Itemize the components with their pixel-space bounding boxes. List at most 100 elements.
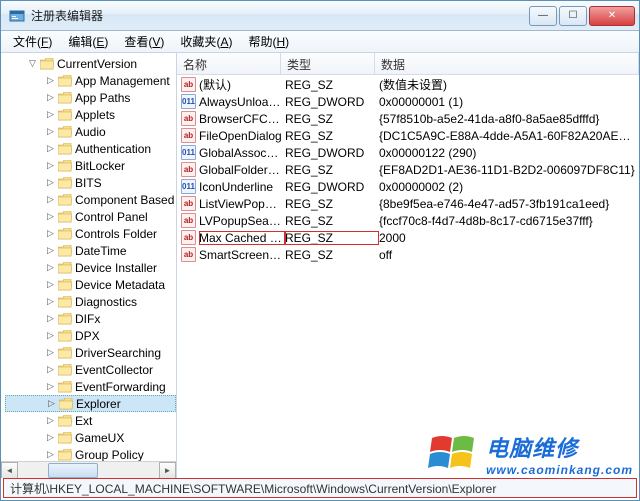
value-data: {8be9f5ea-e746-4e47-ad57-3fb191ca1eed} bbox=[379, 197, 639, 211]
expand-icon[interactable] bbox=[45, 262, 56, 273]
expand-icon[interactable] bbox=[45, 75, 56, 86]
folder-icon bbox=[58, 262, 72, 274]
tree-item[interactable]: Explorer bbox=[5, 395, 176, 412]
expand-icon[interactable] bbox=[27, 58, 38, 69]
tree-item[interactable]: BitLocker bbox=[5, 157, 176, 174]
expand-icon[interactable] bbox=[45, 194, 56, 205]
expand-icon[interactable] bbox=[45, 279, 56, 290]
value-type: REG_SZ bbox=[285, 248, 379, 262]
value-row[interactable]: abFileOpenDialogREG_SZ{DC1C5A9C-E88A-4dd… bbox=[177, 127, 639, 144]
tree-item[interactable]: Ext bbox=[5, 412, 176, 429]
tree-item[interactable]: Group Policy bbox=[5, 446, 176, 461]
expand-icon[interactable] bbox=[46, 398, 57, 409]
folder-icon bbox=[58, 194, 72, 206]
statusbar: 计算机\HKEY_LOCAL_MACHINE\SOFTWARE\Microsof… bbox=[3, 478, 637, 498]
tree-item[interactable]: Device Installer bbox=[5, 259, 176, 276]
value-row[interactable]: 011GlobalAssocCh...REG_DWORD0x00000122 (… bbox=[177, 144, 639, 161]
expand-icon[interactable] bbox=[45, 143, 56, 154]
scroll-thumb[interactable] bbox=[48, 463, 98, 478]
menu-help[interactable]: 帮助(H) bbox=[240, 31, 297, 52]
tree-item[interactable]: GameUX bbox=[5, 429, 176, 446]
value-row[interactable]: 011AlwaysUnload...REG_DWORD0x00000001 (1… bbox=[177, 93, 639, 110]
value-row[interactable]: 011IconUnderlineREG_DWORD0x00000002 (2) bbox=[177, 178, 639, 195]
expand-icon[interactable] bbox=[45, 415, 56, 426]
value-type: REG_SZ bbox=[285, 163, 379, 177]
tree-item[interactable]: App Management bbox=[5, 72, 176, 89]
tree-item[interactable]: DriverSearching bbox=[5, 344, 176, 361]
expand-icon[interactable] bbox=[45, 449, 56, 460]
expand-icon[interactable] bbox=[45, 313, 56, 324]
column-type[interactable]: 类型 bbox=[281, 53, 375, 74]
folder-icon bbox=[58, 75, 72, 87]
value-data: {fccf70c8-f4d7-4d8b-8c17-cd6715e37fff} bbox=[379, 214, 639, 228]
tree-item[interactable]: EventForwarding bbox=[5, 378, 176, 395]
value-row[interactable]: abSmartScreenEn...REG_SZoff bbox=[177, 246, 639, 263]
expand-icon[interactable] bbox=[45, 160, 56, 171]
tree-item[interactable]: BITS bbox=[5, 174, 176, 191]
minimize-button[interactable]: — bbox=[529, 6, 557, 26]
value-row[interactable]: abListViewPopup...REG_SZ{8be9f5ea-e746-4… bbox=[177, 195, 639, 212]
value-type: REG_SZ bbox=[285, 197, 379, 211]
binary-value-icon: 011 bbox=[181, 94, 196, 109]
tree-item[interactable]: Diagnostics bbox=[5, 293, 176, 310]
tree-item[interactable]: DIFx bbox=[5, 310, 176, 327]
expand-icon[interactable] bbox=[45, 330, 56, 341]
menu-view[interactable]: 查看(V) bbox=[116, 31, 172, 52]
value-row[interactable]: ab(默认)REG_SZ(数值未设置) bbox=[177, 76, 639, 93]
folder-icon bbox=[58, 347, 72, 359]
tree-label: EventCollector bbox=[75, 363, 153, 377]
folder-icon bbox=[58, 143, 72, 155]
menu-favorites[interactable]: 收藏夹(A) bbox=[172, 31, 240, 52]
tree-item[interactable]: Authentication bbox=[5, 140, 176, 157]
tree-item[interactable]: EventCollector bbox=[5, 361, 176, 378]
tree-item[interactable]: Controls Folder bbox=[5, 225, 176, 242]
expand-icon[interactable] bbox=[45, 92, 56, 103]
value-row[interactable]: abBrowserCFCre...REG_SZ{57f8510b-a5e2-41… bbox=[177, 110, 639, 127]
tree-label: Device Installer bbox=[75, 261, 157, 275]
tree-item[interactable]: DPX bbox=[5, 327, 176, 344]
tree-item[interactable]: DateTime bbox=[5, 242, 176, 259]
expand-icon[interactable] bbox=[45, 211, 56, 222]
expand-icon[interactable] bbox=[45, 381, 56, 392]
tree-item[interactable]: Control Panel bbox=[5, 208, 176, 225]
tree-label: Applets bbox=[75, 108, 115, 122]
expand-icon[interactable] bbox=[45, 347, 56, 358]
tree-view[interactable]: CurrentVersionApp Management App Paths App… bbox=[1, 53, 176, 461]
tree-item[interactable]: Device Metadata bbox=[5, 276, 176, 293]
titlebar[interactable]: 注册表编辑器 — ☐ ✕ bbox=[1, 1, 639, 31]
tree-item[interactable]: Audio bbox=[5, 123, 176, 140]
tree-item[interactable]: Component Based bbox=[5, 191, 176, 208]
folder-icon bbox=[58, 279, 72, 291]
expand-icon[interactable] bbox=[45, 109, 56, 120]
tree-label: App Paths bbox=[75, 91, 130, 105]
menu-file[interactable]: 文件(F) bbox=[5, 31, 60, 52]
tree-item[interactable]: App Paths bbox=[5, 89, 176, 106]
value-type: REG_DWORD bbox=[285, 95, 379, 109]
expand-icon[interactable] bbox=[45, 245, 56, 256]
menu-edit[interactable]: 编辑(E) bbox=[60, 31, 116, 52]
scroll-right-button[interactable]: ► bbox=[159, 462, 176, 479]
list-header: 名称 类型 数据 bbox=[177, 53, 639, 75]
expand-icon[interactable] bbox=[45, 364, 56, 375]
tree-hscrollbar[interactable]: ◄ ► bbox=[1, 461, 176, 478]
value-row[interactable]: abMax Cached Ic...REG_SZ2000 bbox=[177, 229, 639, 246]
folder-icon bbox=[58, 313, 72, 325]
folder-icon bbox=[59, 398, 73, 410]
scroll-track[interactable] bbox=[18, 462, 159, 479]
value-row[interactable]: abGlobalFolderS...REG_SZ{EF8AD2D1-AE36-1… bbox=[177, 161, 639, 178]
tree-item-currentversion[interactable]: CurrentVersion bbox=[5, 55, 176, 72]
value-row[interactable]: abLVPopupSearc...REG_SZ{fccf70c8-f4d7-4d… bbox=[177, 212, 639, 229]
expand-icon[interactable] bbox=[45, 432, 56, 443]
expand-icon[interactable] bbox=[45, 126, 56, 137]
column-name[interactable]: 名称 bbox=[177, 53, 281, 74]
string-value-icon: ab bbox=[181, 196, 196, 211]
column-data[interactable]: 数据 bbox=[375, 53, 639, 74]
expand-icon[interactable] bbox=[45, 296, 56, 307]
expand-icon[interactable] bbox=[45, 228, 56, 239]
close-button[interactable]: ✕ bbox=[589, 6, 635, 26]
tree-item[interactable]: Applets bbox=[5, 106, 176, 123]
scroll-left-button[interactable]: ◄ bbox=[1, 462, 18, 479]
list-view[interactable]: ab(默认)REG_SZ(数值未设置)011AlwaysUnload...REG… bbox=[177, 75, 639, 478]
maximize-button[interactable]: ☐ bbox=[559, 6, 587, 26]
expand-icon[interactable] bbox=[45, 177, 56, 188]
